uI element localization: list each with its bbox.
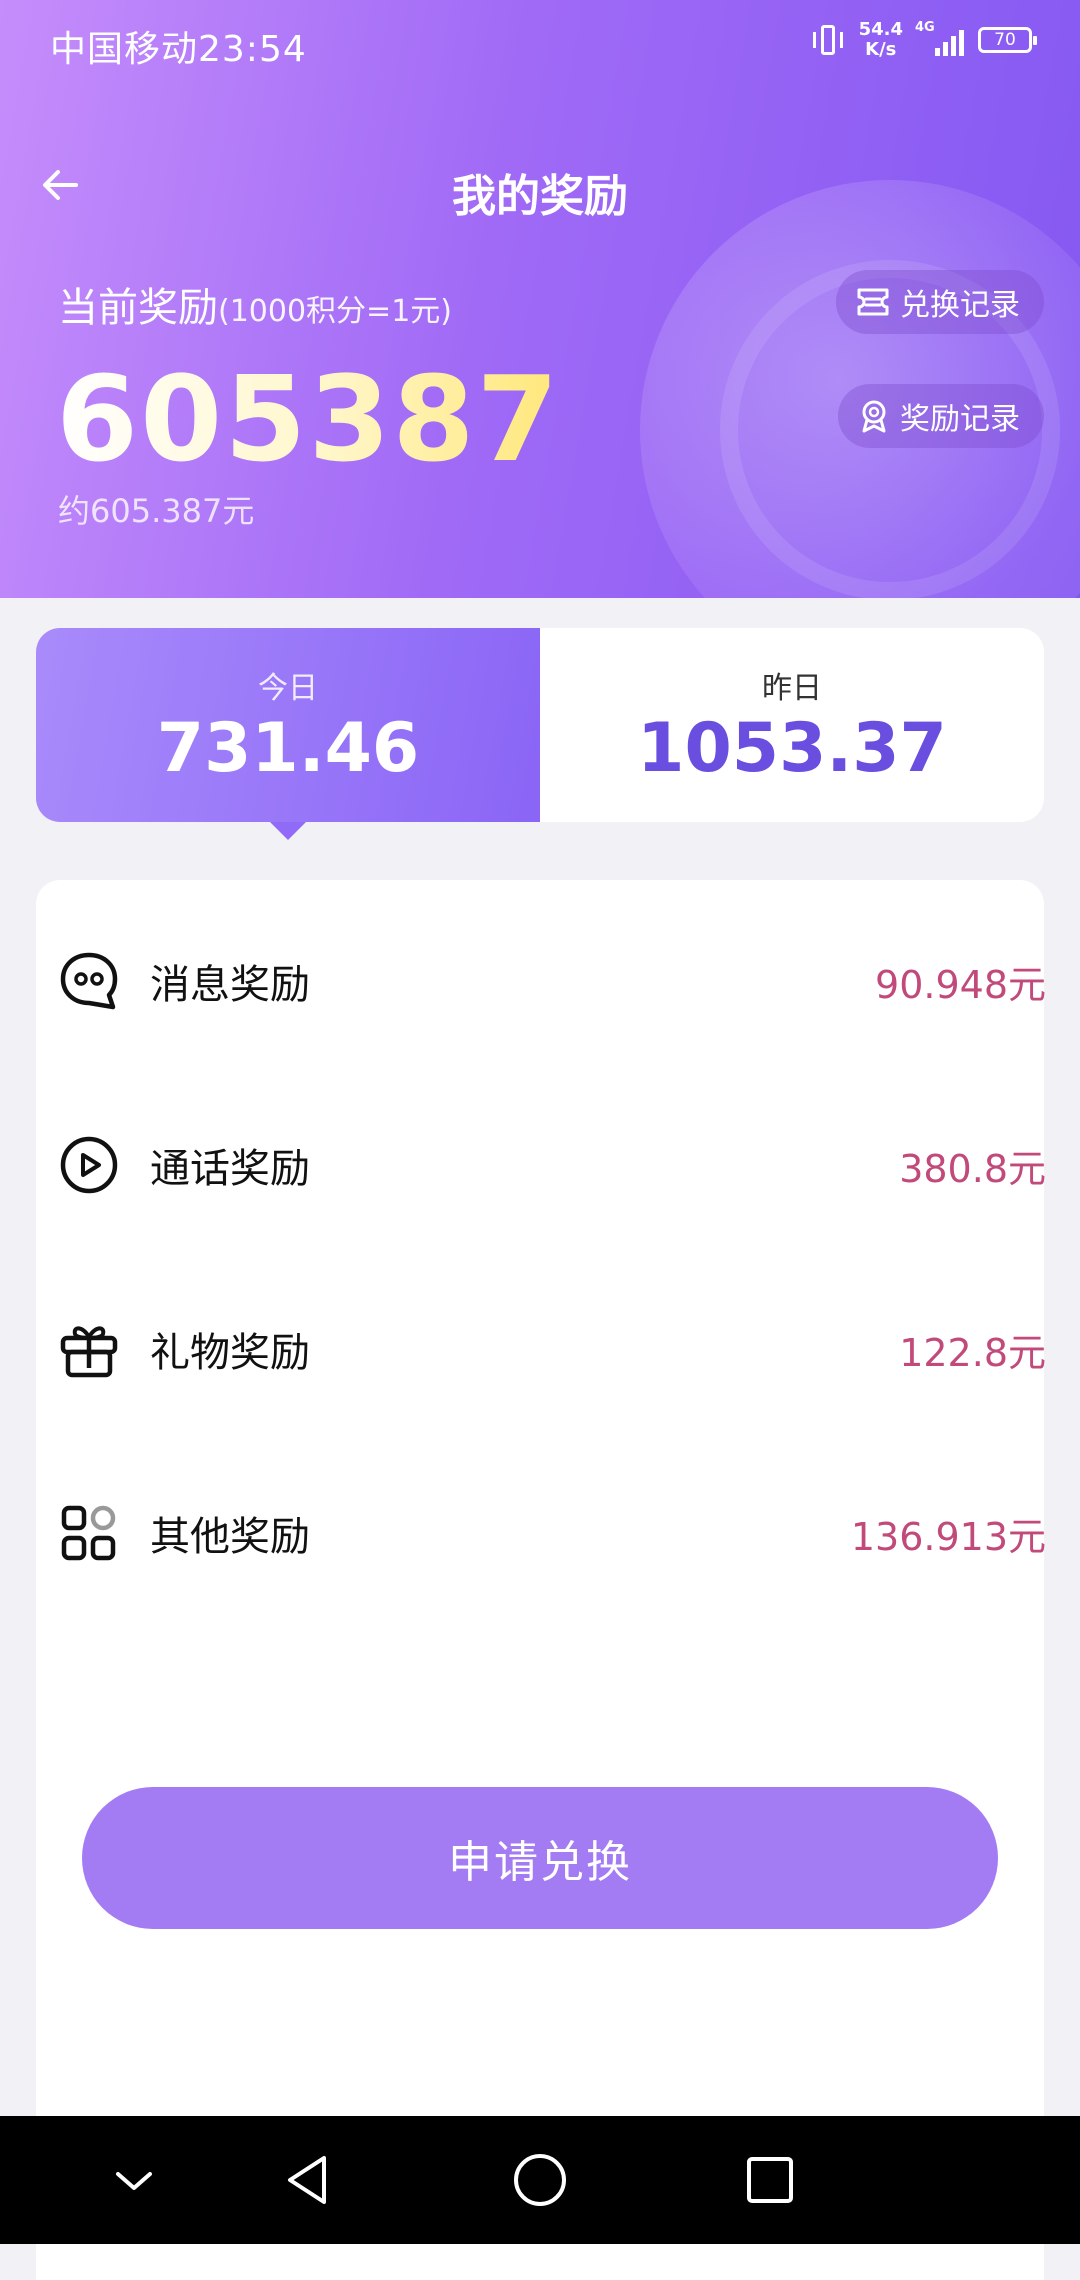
reward-label: 通话奖励 <box>150 1146 310 1192</box>
network-type: 4G <box>915 20 935 35</box>
reward-amount: 90.948元 <box>875 962 1046 1007</box>
triangle-back-icon <box>288 2156 326 2204</box>
current-reward-label: 当前奖励(1000积分=1元) <box>58 275 452 333</box>
exchange-record-label: 兑换记录 <box>900 288 1020 323</box>
network-speed: 54.4 K/s <box>859 20 903 60</box>
reward-amount: 136.913元 <box>850 1514 1046 1559</box>
video-call-icon <box>58 1134 120 1196</box>
nav-recents-button[interactable] <box>736 2146 804 2214</box>
tab-yesterday[interactable]: 昨日 1053.37 <box>540 628 1044 822</box>
signal-icon: 4G <box>915 20 964 56</box>
network-speed-value: 54.4 <box>858 19 903 40</box>
exchange-rate-note: (1000积分=1元) <box>218 294 452 329</box>
tab-today-value: 731.46 <box>156 708 420 788</box>
system-navigation-bar <box>0 2116 1080 2244</box>
reward-label: 消息奖励 <box>150 962 310 1008</box>
status-indicators: 54.4 K/s 4G 70 <box>811 20 1037 60</box>
network-speed-unit: K/s <box>865 39 897 60</box>
tab-today-label: 今日 <box>258 670 318 706</box>
medal-icon <box>862 400 886 433</box>
ticket-icon <box>857 288 889 316</box>
reward-amount: 380.8元 <box>899 1146 1046 1191</box>
reward-record-label: 奖励记录 <box>900 402 1020 437</box>
nav-collapse-button[interactable] <box>100 2146 168 2214</box>
tab-today[interactable]: 今日 731.46 <box>36 628 540 822</box>
approx-cash-value: 约605.387元 <box>58 492 255 530</box>
vibrate-icon <box>811 25 845 55</box>
list-item-message-reward[interactable]: 消息奖励 90.948元 <box>58 936 1046 1026</box>
square-recents-icon <box>747 2157 793 2203</box>
circle-home-icon <box>514 2154 566 2206</box>
current-reward-text: 当前奖励 <box>58 285 218 331</box>
list-item-call-reward[interactable]: 通话奖励 380.8元 <box>58 1120 1046 1210</box>
reward-breakdown-card <box>36 880 1044 2280</box>
status-bar: 中国移动23:54 54.4 K/s 4G 70 <box>0 0 1080 90</box>
list-item-gift-reward[interactable]: 礼物奖励 122.8元 <box>58 1304 1046 1394</box>
message-icon <box>58 950 120 1012</box>
reward-label: 礼物奖励 <box>150 1330 310 1376</box>
exchange-record-button[interactable]: 兑换记录 <box>836 270 1044 334</box>
chevron-down-icon <box>116 2172 152 2190</box>
reward-label: 其他奖励 <box>150 1514 310 1560</box>
carrier-time: 中国移动23:54 <box>50 29 307 70</box>
tab-yesterday-label: 昨日 <box>762 670 822 706</box>
header-banner: 中国移动23:54 54.4 K/s 4G 70 我的奖励 当前奖励(1000积… <box>0 0 1080 598</box>
day-tabs: 今日 731.46 昨日 1053.37 <box>36 628 1044 822</box>
apply-exchange-button[interactable]: 申请兑换 <box>82 1787 998 1929</box>
nav-back-button[interactable] <box>276 2146 344 2214</box>
reward-amount: 122.8元 <box>899 1330 1046 1375</box>
points-total: 605387 <box>56 350 561 488</box>
battery-level: 70 <box>994 30 1016 50</box>
list-item-other-reward[interactable]: 其他奖励 136.913元 <box>58 1488 1046 1578</box>
page-title: 我的奖励 <box>452 171 628 222</box>
nav-home-button[interactable] <box>506 2146 574 2214</box>
reward-record-button[interactable]: 奖励记录 <box>838 384 1044 448</box>
gift-icon <box>58 1318 120 1380</box>
tab-yesterday-value: 1053.37 <box>637 708 947 788</box>
battery-icon: 70 <box>978 27 1037 53</box>
grid-apps-icon <box>58 1502 120 1564</box>
